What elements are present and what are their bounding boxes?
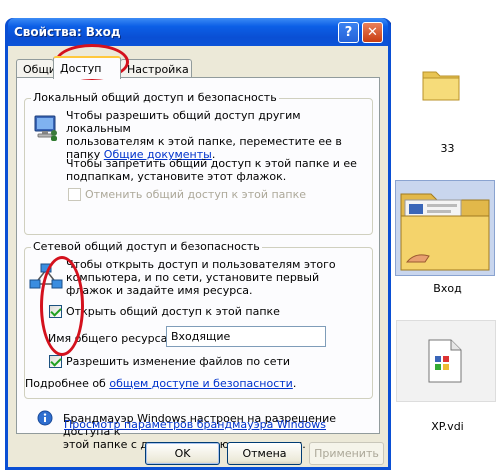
file-item-xp-vdi[interactable]: XP.vdi [391, 320, 504, 433]
file-label-33: 33 [440, 142, 455, 155]
computer-user-icon [34, 115, 57, 141]
more-info-suffix: . [292, 377, 297, 390]
more-info-text: Подробнее об общем доступе и безопасност… [25, 377, 296, 390]
close-button[interactable]: ✕ [362, 22, 383, 43]
network-icon [29, 263, 63, 289]
share-name-input[interactable]: Входящие [166, 326, 326, 347]
properties-dialog: Свойства: Вход ? ✕ Общие Настройка Досту… [5, 18, 391, 470]
network-sharing-text: Чтобы открыть доступ и пользователям это… [66, 258, 366, 297]
file-item-vhod[interactable]: Вход [391, 180, 504, 296]
network-line-3: флажок и задайте имя ресурса. [66, 284, 253, 297]
file-label-xp-vdi: XP.vdi [431, 420, 464, 433]
apply-button[interactable]: Применить [309, 442, 384, 465]
tab-sharing[interactable]: Доступ [53, 56, 121, 79]
firewall-settings-link[interactable]: Просмотр параметров брандмауэра Windows [64, 418, 326, 431]
allow-change-checkbox[interactable] [49, 355, 62, 368]
make-private-checkbox[interactable] [68, 188, 81, 201]
tab-customize[interactable]: Настройка [120, 59, 192, 78]
private-line-1: Чтобы запретить общий доступ к этой папк… [66, 157, 357, 170]
network-sharing-legend: Сетевой общий доступ и безопасность [31, 240, 262, 253]
file-label-vhod: Вход [433, 282, 462, 295]
help-button[interactable]: ? [338, 22, 359, 43]
local-sharing-text: Чтобы разрешить общий доступ другим лока… [66, 109, 366, 161]
more-info-prefix: Подробнее об [25, 377, 110, 390]
make-private-label: Отменить общий доступ к этой папке [85, 188, 307, 201]
share-folder-label: Открыть общий доступ к этой папке [66, 305, 280, 318]
info-icon [37, 410, 53, 426]
share-folder-checkbox[interactable] [49, 305, 62, 318]
tab-general[interactable]: Общие [16, 59, 54, 78]
file-icon [428, 339, 462, 383]
cancel-button[interactable]: Отмена [227, 442, 302, 465]
local-line-2: пользователям к этой папке, переместите … [66, 135, 342, 148]
local-sharing-legend: Локальный общий доступ и безопасность [31, 91, 279, 104]
private-line-2: подпапкам, установите этот флажок. [66, 170, 287, 183]
network-sharing-group: Сетевой общий доступ и безопасность Чтоб… [24, 240, 373, 399]
allow-change-label: Разрешить изменение файлов по сети [66, 355, 291, 368]
local-sharing-group: Локальный общий доступ и безопасность Чт… [24, 91, 373, 235]
title-bar[interactable]: Свойства: Вход ? ✕ [8, 18, 388, 46]
dialog-client: Общие Настройка Доступ Локальный общий д… [8, 46, 388, 467]
file-item-33[interactable]: 33 [391, 52, 504, 155]
sharing-security-link[interactable]: общем доступе и безопасности [109, 377, 292, 390]
share-name-label: Имя общего ресурса: [48, 332, 172, 345]
sharing-panel: Локальный общий доступ и безопасность Чт… [16, 77, 380, 451]
network-line-2: компьютера, и по сети, установите первый [66, 271, 320, 284]
folder-icon [422, 71, 460, 101]
private-sharing-text: Чтобы запретить общий доступ к этой папк… [66, 157, 366, 183]
local-line-1: Чтобы разрешить общий доступ другим лока… [66, 109, 301, 135]
network-line-1: Чтобы открыть доступ и пользователям это… [66, 258, 336, 271]
window-title: Свойства: Вход [14, 25, 121, 39]
ok-button[interactable]: OK [145, 442, 220, 465]
file-list-panel: 33 Вход XP.vdi [391, 0, 504, 470]
shared-folder-icon [400, 193, 490, 271]
